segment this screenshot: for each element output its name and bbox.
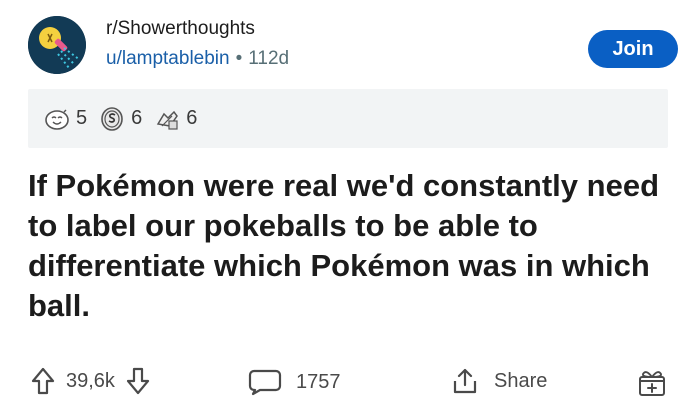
award-laughing[interactable]: 5 xyxy=(44,106,87,132)
give-award-button[interactable] xyxy=(636,366,668,398)
share-label: Share xyxy=(494,369,548,392)
post-age: 112d xyxy=(248,48,290,69)
subreddit-avatar-showerhead-icon[interactable] xyxy=(28,16,86,74)
award-silver[interactable]: 6 xyxy=(99,106,142,132)
award-count: 5 xyxy=(76,107,88,129)
upvote-arrow-icon[interactable] xyxy=(30,366,56,396)
post-header: r/Showerthoughts u/lamptablebin • 112d Joi… xyxy=(28,14,678,76)
gift-award-icon xyxy=(639,371,665,396)
downvote-arrow-icon[interactable] xyxy=(125,366,151,396)
share-upload-icon xyxy=(453,368,477,394)
comment-count: 1757 xyxy=(296,370,341,393)
vote-count: 39,6k xyxy=(66,369,115,392)
comments-button[interactable]: 1757 xyxy=(248,368,341,396)
share-button[interactable]: Share xyxy=(450,366,547,396)
awards-bar[interactable]: 5 6 6 xyxy=(28,89,668,148)
post-action-bar: 39,6k 1757 Share xyxy=(0,358,700,408)
vote-group: 39,6k xyxy=(30,366,151,396)
laughing-face-award-icon xyxy=(45,109,69,130)
join-button[interactable]: Join xyxy=(588,30,678,68)
helpful-hands-award-icon xyxy=(157,110,179,130)
comment-bubble-icon xyxy=(248,369,282,396)
award-count: 6 xyxy=(131,107,143,129)
subreddit-name[interactable]: r/Showerthoughts xyxy=(106,18,255,40)
author-username[interactable]: u/lamptablebin xyxy=(106,48,230,69)
post-title[interactable]: If Pokémon were real we'd constantly nee… xyxy=(28,166,678,326)
award-helpful[interactable]: 6 xyxy=(154,106,197,132)
award-count: 6 xyxy=(186,107,198,129)
separator-dot: • xyxy=(235,48,243,69)
post-meta: u/lamptablebin • 112d xyxy=(106,48,289,70)
silver-coin-award-icon xyxy=(101,106,123,131)
